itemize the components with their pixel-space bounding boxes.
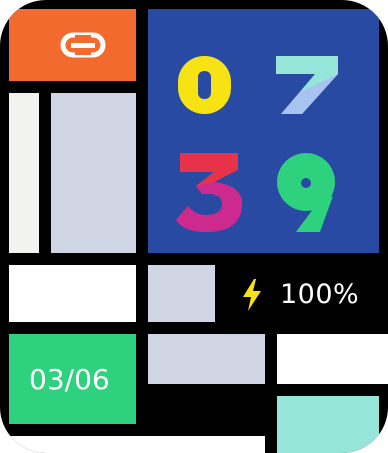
minute-digit-2 [277, 153, 335, 232]
watch-face: 100% 03/06 [0, 0, 388, 453]
bottom-mint-panel [277, 396, 379, 453]
date-label: 03/06 [29, 363, 110, 396]
middle-white-panel [9, 265, 136, 322]
hour-digit-2 [276, 56, 338, 114]
hour-digit-1 [178, 56, 231, 114]
battery-percent: 100% [280, 279, 360, 310]
lightning-bolt-icon [243, 279, 261, 311]
date-tile[interactable]: 03/06 [9, 334, 136, 424]
bottom-white-panel [9, 436, 265, 453]
lower-white-panel [277, 334, 388, 384]
battery-status[interactable]: 100% [236, 272, 386, 316]
minute-digit-1 [176, 153, 243, 232]
middle-gray-panel [148, 265, 215, 322]
lower-gray-panel [148, 334, 265, 384]
